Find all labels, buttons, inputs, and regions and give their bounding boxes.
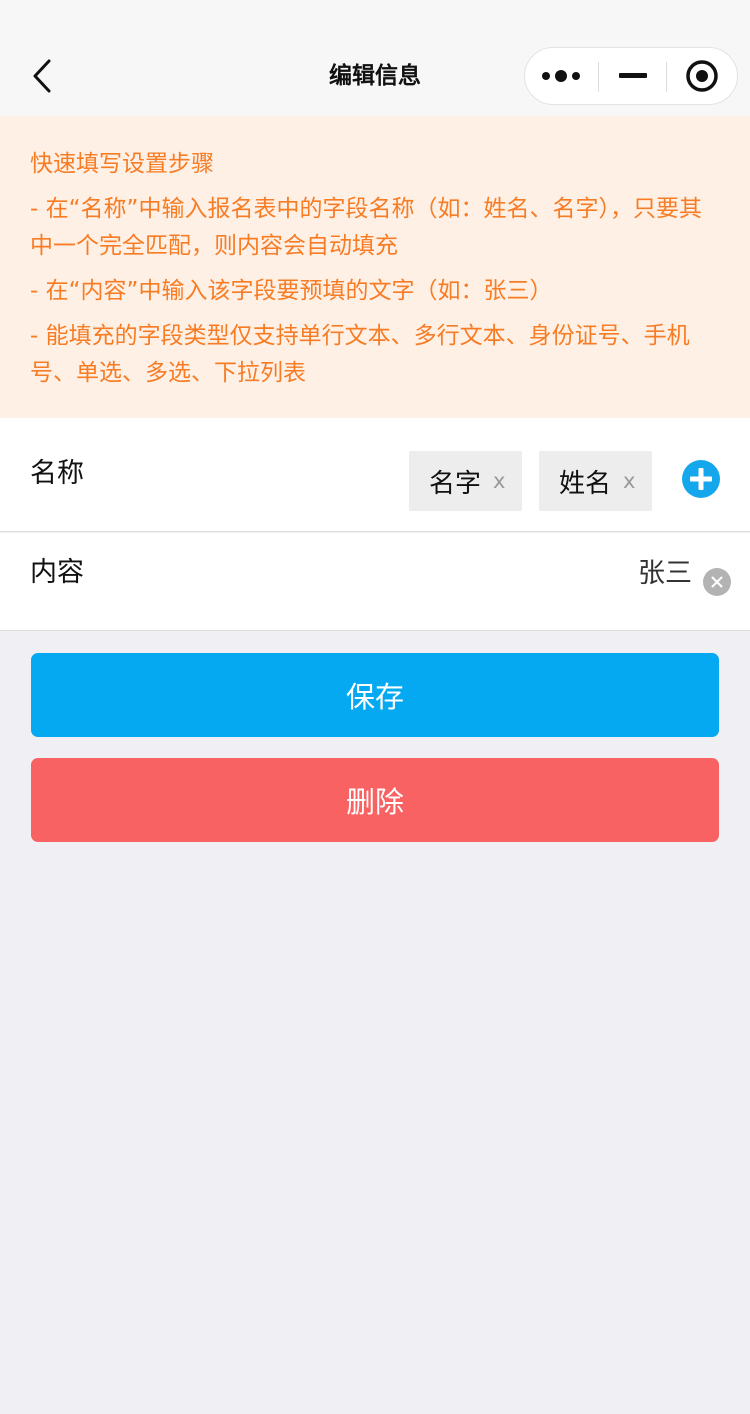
name-row: 名称 名字 x 姓名 x <box>0 418 750 532</box>
plus-circle-icon[interactable] <box>681 459 721 499</box>
notice-title: 快速填写设置步骤 <box>30 151 214 177</box>
screen: 编辑信息 快速填写设置步骤 - 在“名称”中输入报名表中的字段名称（如：姓名、名… <box>0 0 750 1414</box>
remove-tag-button[interactable]: x <box>493 469 505 493</box>
notice-tip: - 能填充的字段类型仅支持单行文本、多行文本、身份证号、手机号、单选、多选、下拉… <box>30 323 690 386</box>
close-target-icon <box>686 60 718 92</box>
name-tag: 姓名 x <box>539 451 652 511</box>
minimize-button[interactable] <box>599 48 666 104</box>
more-dots-icon <box>542 70 580 82</box>
name-label: 名称 <box>30 458 84 489</box>
more-button[interactable] <box>525 48 597 104</box>
delete-button[interactable]: 删除 <box>31 758 719 842</box>
close-button[interactable] <box>667 48 737 104</box>
notice-tip: - 在“名称”中输入报名表中的字段名称（如：姓名、名字），只要其中一个完全匹配，… <box>30 196 702 259</box>
chevron-left-icon <box>33 59 51 93</box>
minimize-icon <box>618 73 647 78</box>
navigation-bar: 编辑信息 <box>0 0 750 116</box>
name-tag-text: 姓名 <box>559 468 612 499</box>
back-button[interactable] <box>18 52 66 100</box>
name-tag: 名字 x <box>409 451 522 511</box>
remove-tag-button[interactable]: x <box>623 469 635 493</box>
save-button[interactable]: 保存 <box>31 653 719 737</box>
content-input[interactable]: 张三 <box>600 554 692 594</box>
notice-tip: - 在“内容”中输入该字段要预填的文字（如：张三） <box>30 278 553 304</box>
setup-notice: 快速填写设置步骤 - 在“名称”中输入报名表中的字段名称（如：姓名、名字），只要… <box>0 116 750 418</box>
content-label: 内容 <box>30 557 84 588</box>
name-tag-text: 名字 <box>429 468 482 499</box>
clear-circle-icon[interactable] <box>703 568 731 596</box>
capsule-menu <box>524 47 738 105</box>
